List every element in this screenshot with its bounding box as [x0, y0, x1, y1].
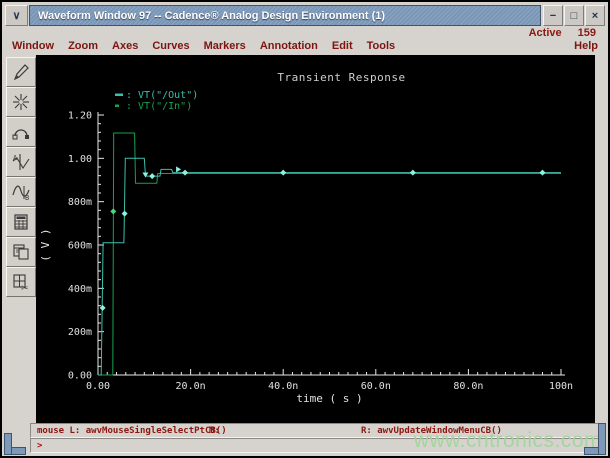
waveform-window: ∨ Waveform Window 97 -- Cadence® Analog … [0, 0, 610, 458]
window-menu-button[interactable]: ∨ [5, 5, 28, 26]
marker-diamond-icon [182, 169, 189, 176]
trace-out[interactable] [98, 157, 561, 376]
x-tick-label: 100n [549, 381, 573, 392]
mouse-left-binding: mouse L: awvMouseSingleSelectPtCB() [37, 426, 227, 436]
y-tick-label: 1.00 [68, 154, 92, 165]
menu-window[interactable]: Window [12, 40, 54, 55]
y-tick-label: 800m [68, 197, 92, 208]
legend-label: : VT("/Out") [126, 90, 198, 101]
cut-window-icon: ✂ [13, 274, 29, 292]
minimize-button[interactable]: − [543, 5, 563, 26]
toolbar-button-arc-probe[interactable] [6, 117, 36, 147]
x-tick-label: 60.0n [361, 381, 391, 392]
toolbar-button-sine-b[interactable]: B [6, 177, 36, 207]
toolbar-button-starburst[interactable] [6, 87, 36, 117]
legend-swatch [115, 93, 123, 96]
close-icon: × [591, 9, 599, 22]
resize-corner-bottom-left-v[interactable] [4, 433, 12, 455]
plot-title: Transient Response [277, 71, 405, 84]
pen-icon [13, 64, 29, 81]
menubar: Window Zoom Axes Curves Markers Annotati… [12, 40, 598, 55]
close-button[interactable]: × [585, 5, 605, 26]
y-tick-label: 600m [68, 241, 92, 252]
svg-text:✂: ✂ [21, 283, 29, 292]
active-count: 159 [577, 27, 596, 39]
legend-item[interactable]: : VT("/Out") [115, 90, 198, 101]
x-axis-label: time ( s ) [296, 392, 362, 405]
marker-diamond-icon [121, 210, 128, 217]
y-tick-label: 400m [68, 284, 92, 295]
toolbar: A B ✂ [4, 55, 36, 450]
menu-zoom[interactable]: Zoom [68, 40, 98, 55]
y-tick-label: 200m [68, 327, 92, 338]
y-tick-label: 1.20 [68, 111, 92, 122]
window-title: Waveform Window 97 -- Cadence® Analog De… [38, 9, 386, 22]
plot-canvas[interactable]: 0.00 20.0n 40.0n 60.0n 80.0n 100n 0.00 200m 400m… [36, 55, 595, 423]
legend-item[interactable]: : VT("/In") [115, 101, 192, 112]
menu-edit[interactable]: Edit [332, 40, 353, 55]
x-tick-label: 40.0n [268, 381, 298, 392]
mouse-right-binding: R: awvUpdateWindowMenuCB() [361, 426, 502, 436]
starburst-icon [13, 94, 29, 110]
marker-diamond-icon [280, 169, 287, 176]
copy-subwindow-icon [13, 244, 29, 260]
active-label: Active [528, 27, 562, 39]
prompt-char: > [37, 441, 43, 451]
marker-diamond-icon [110, 208, 117, 215]
toolbar-button-calculator[interactable] [6, 207, 36, 237]
x-tick-label: 80.0n [453, 381, 483, 392]
y-tick-label: 0.00 [68, 371, 92, 382]
menu-markers[interactable]: Markers [204, 40, 246, 55]
menu-help[interactable]: Help [574, 40, 598, 55]
menubar-spacer [409, 40, 560, 55]
menu-tools[interactable]: Tools [367, 40, 396, 55]
active-status: Active 159 [529, 27, 596, 40]
marker-diamond-icon [149, 173, 156, 180]
menu-curves[interactable]: Curves [152, 40, 189, 55]
x-tick-label: 20.0n [176, 381, 206, 392]
resize-corner-bottom-right-v[interactable] [598, 423, 606, 455]
legend-label: : VT("/In") [126, 101, 192, 112]
marker-diamond-icon [409, 169, 416, 176]
maximize-button[interactable]: □ [564, 5, 584, 26]
minimize-icon: − [549, 9, 557, 22]
sine-b-icon: B [12, 185, 30, 202]
mouse-bindings-bar: mouse L: awvMouseSingleSelectPtCB() M: R… [30, 423, 604, 438]
marker-arrow-right-icon [176, 166, 182, 173]
menu-axes[interactable]: Axes [112, 40, 138, 55]
titlebar: ∨ Waveform Window 97 -- Cadence® Analog … [5, 5, 605, 26]
menu-annotation[interactable]: Annotation [260, 40, 318, 55]
maximize-icon: □ [570, 9, 578, 22]
svg-text:B: B [25, 194, 29, 202]
window-chrome: ∨ Waveform Window 97 -- Cadence® Analog … [2, 2, 608, 456]
chevron-down-icon: ∨ [12, 10, 21, 22]
y-axis-label: ( V ) [39, 228, 52, 261]
toolbar-button-pen[interactable] [6, 57, 36, 87]
toolbar-button-copy-subwindow[interactable] [6, 237, 36, 267]
legend-swatch [115, 104, 119, 107]
titlebar-drag-area[interactable]: Waveform Window 97 -- Cadence® Analog De… [29, 5, 541, 26]
toolbar-button-marker-wave[interactable]: A [6, 147, 36, 177]
mouse-middle-binding: M: [209, 426, 220, 436]
marker-diamond-icon [539, 169, 546, 176]
x-tick-label: 0.00 [86, 381, 110, 392]
toolbar-button-cut-window[interactable]: ✂ [6, 267, 36, 297]
calculator-icon [14, 214, 28, 230]
command-prompt[interactable]: > [30, 438, 604, 453]
marker-arrow-down-icon [142, 172, 149, 178]
marker-wave-icon: A [12, 154, 30, 170]
arc-probe-icon [12, 129, 29, 140]
